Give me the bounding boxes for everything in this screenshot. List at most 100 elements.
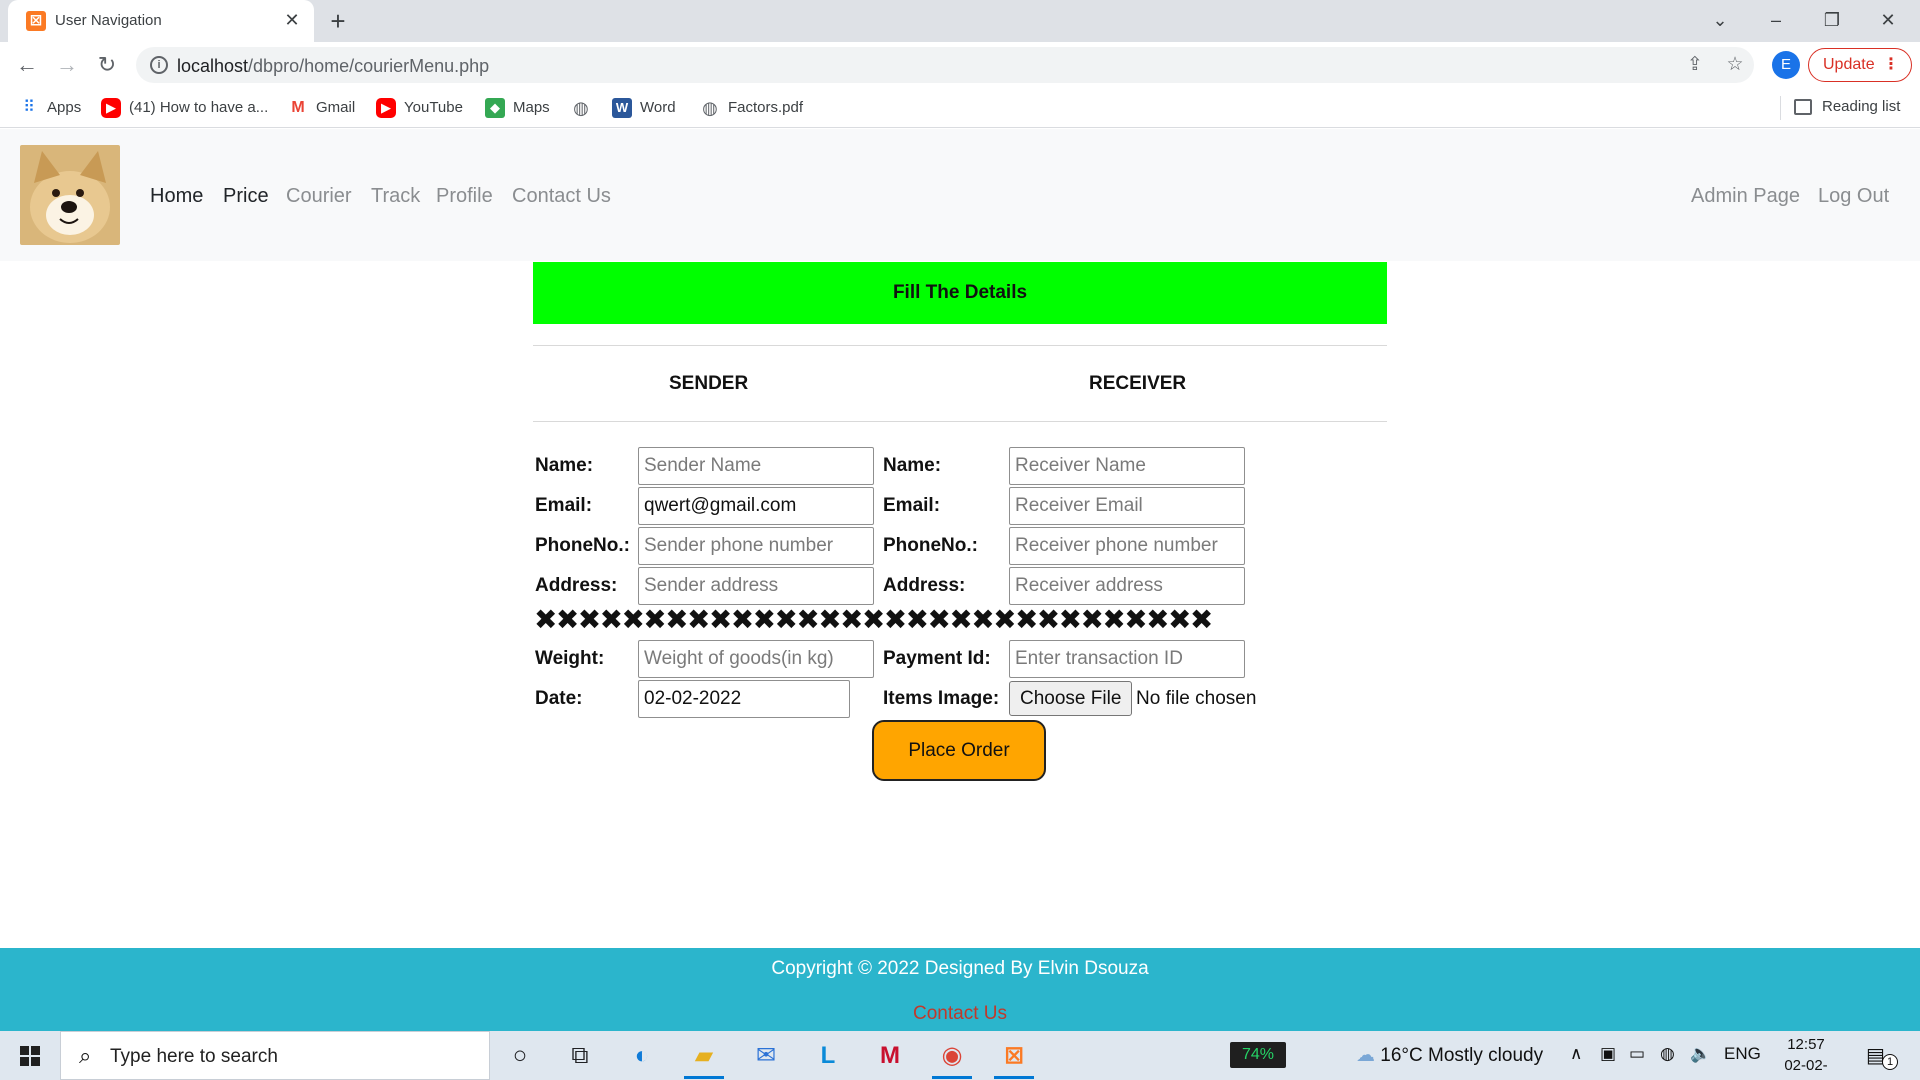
tab-title: User Navigation bbox=[55, 12, 162, 29]
back-icon[interactable]: ← bbox=[13, 51, 41, 79]
nav-track[interactable]: Track bbox=[371, 184, 420, 208]
taskbar-search-placeholder: Type here to search bbox=[110, 1046, 278, 1067]
nav-contact-us[interactable]: Contact Us bbox=[512, 184, 611, 208]
address-bar[interactable]: i localhost/dbpro/home/courierMenu.php ⇪… bbox=[136, 47, 1754, 83]
language-indicator[interactable]: ENG bbox=[1724, 1044, 1761, 1064]
nav-profile[interactable]: Profile bbox=[436, 184, 493, 208]
profile-avatar[interactable]: E bbox=[1772, 51, 1800, 79]
close-window-icon[interactable]: ✕ bbox=[1868, 4, 1908, 36]
clock-time: 12:57 bbox=[1787, 1036, 1825, 1053]
payment-id-input[interactable] bbox=[1009, 640, 1245, 678]
page-content: Home Price Courier Track Profile Contact… bbox=[0, 129, 1920, 1031]
cortana-icon[interactable]: ○ bbox=[492, 1033, 548, 1079]
sender-address-input[interactable] bbox=[638, 567, 874, 605]
menu-dots-icon: ⋮ bbox=[1883, 56, 1899, 73]
browser-tab[interactable]: ⊠ User Navigation ✕ bbox=[8, 0, 314, 42]
battery-badge[interactable]: 74% bbox=[1230, 1042, 1286, 1068]
file-explorer-icon[interactable]: ▰ bbox=[676, 1033, 732, 1079]
restore-icon[interactable]: ❐ bbox=[1812, 4, 1852, 36]
file-status-text: No file chosen bbox=[1136, 688, 1257, 709]
reading-list-label: Reading list bbox=[1822, 98, 1901, 115]
nav-price[interactable]: Price bbox=[223, 184, 269, 208]
meet-now-icon[interactable]: ▣ bbox=[1600, 1044, 1616, 1064]
bookmark-apps[interactable]: ⠿ Apps bbox=[19, 98, 81, 118]
nav-home[interactable]: Home bbox=[150, 184, 203, 208]
xampp-icon[interactable]: ⊠ bbox=[986, 1033, 1042, 1079]
task-view-icon[interactable]: ⧉ bbox=[552, 1033, 608, 1079]
divider bbox=[533, 421, 1387, 422]
update-button[interactable]: Update ⋮ bbox=[1808, 48, 1912, 82]
bookmark-label: Factors.pdf bbox=[728, 99, 804, 116]
weight-input[interactable] bbox=[638, 640, 874, 678]
notification-center-icon[interactable]: ▤ 1 bbox=[1866, 1043, 1898, 1070]
reading-list-button[interactable]: Reading list bbox=[1794, 98, 1901, 116]
nav-courier[interactable]: Courier bbox=[286, 184, 352, 208]
gmail-icon: M bbox=[291, 99, 305, 116]
bookmark-word[interactable]: W Word bbox=[612, 98, 676, 118]
edge-icon[interactable]: ◐ bbox=[614, 1033, 670, 1079]
bookmark-factors[interactable]: ◍ Factors.pdf bbox=[700, 98, 803, 118]
battery-icon[interactable]: ▭ bbox=[1629, 1044, 1645, 1064]
forward-icon[interactable]: → bbox=[53, 51, 81, 79]
receiver-address-input[interactable] bbox=[1009, 567, 1245, 605]
l-app-icon[interactable]: L bbox=[800, 1033, 856, 1079]
bookmark-label: Gmail bbox=[316, 99, 356, 116]
bookmark-star-icon[interactable]: ☆ bbox=[1723, 53, 1747, 77]
windows-taskbar: ⌕ Type here to search ○ ⧉ ◐ ▰ ✉ L M ◉ ⊠ … bbox=[0, 1031, 1920, 1080]
sender-email-input[interactable] bbox=[638, 487, 874, 525]
sender-email-label: Email: bbox=[535, 495, 593, 516]
site-info-icon[interactable]: i bbox=[150, 56, 168, 74]
apps-icon: ⠿ bbox=[23, 99, 35, 116]
bookmark-maps[interactable]: ◆ Maps bbox=[485, 98, 550, 118]
choose-file-button[interactable]: Choose File bbox=[1009, 681, 1133, 716]
site-footer: Copyright © 2022 Designed By Elvin Dsouz… bbox=[0, 948, 1920, 1031]
tab-close-icon[interactable]: ✕ bbox=[280, 8, 304, 32]
mail-icon[interactable]: ✉ bbox=[738, 1033, 794, 1079]
weather-widget[interactable]: ☁ 16°C Mostly cloudy bbox=[1356, 1044, 1543, 1067]
share-icon[interactable]: ⇪ bbox=[1683, 53, 1707, 77]
place-order-button[interactable]: Place Order bbox=[872, 720, 1046, 781]
bookmark-label: Apps bbox=[47, 99, 82, 116]
browser-toolbar: ← → ↻ i localhost/dbpro/home/courierMenu… bbox=[0, 42, 1920, 88]
url-text[interactable]: localhost/dbpro/home/courierMenu.php bbox=[177, 56, 489, 77]
sender-name-label: Name: bbox=[535, 455, 594, 476]
site-navbar: Home Price Courier Track Profile Contact… bbox=[0, 129, 1920, 261]
receiver-phone-label: PhoneNo.: bbox=[883, 535, 978, 556]
payment-id-label: Payment Id: bbox=[883, 648, 991, 669]
receiver-email-input[interactable] bbox=[1009, 487, 1245, 525]
nav-log-out[interactable]: Log Out bbox=[1818, 184, 1889, 208]
tab-search-icon[interactable]: ⌄ bbox=[1700, 4, 1740, 36]
tray-chevron-icon[interactable]: ∧ bbox=[1570, 1044, 1582, 1064]
bookmark-gmail[interactable]: M Gmail bbox=[288, 98, 355, 118]
taskbar-clock[interactable]: 12:57 02-02-2022 bbox=[1768, 1034, 1844, 1080]
sender-name-input[interactable] bbox=[638, 447, 874, 485]
youtube-icon: ▶ bbox=[101, 98, 121, 118]
form-banner: Fill The Details bbox=[533, 262, 1387, 324]
network-icon[interactable]: ◍ bbox=[1660, 1044, 1675, 1064]
new-tab-button[interactable]: + bbox=[324, 7, 352, 35]
cross-separator: ✖✖✖✖✖✖✖✖✖✖✖✖✖✖✖✖✖✖✖✖✖✖✖✖✖✖✖✖✖✖✖ bbox=[534, 604, 1213, 635]
receiver-name-input[interactable] bbox=[1009, 447, 1245, 485]
volume-icon[interactable]: 🔈 bbox=[1690, 1044, 1711, 1064]
bookmark-youtube[interactable]: ▶ YouTube bbox=[376, 98, 463, 118]
nav-admin-page[interactable]: Admin Page bbox=[1691, 184, 1800, 208]
minimize-icon[interactable]: – bbox=[1756, 4, 1796, 36]
reload-icon[interactable]: ↻ bbox=[93, 51, 121, 79]
url-path: /dbpro/home/courierMenu.php bbox=[248, 56, 490, 76]
chrome-icon[interactable]: ◉ bbox=[924, 1033, 980, 1079]
site-logo[interactable] bbox=[20, 145, 120, 245]
sender-heading: SENDER bbox=[669, 373, 749, 394]
maps-icon: ◆ bbox=[485, 98, 505, 118]
receiver-phone-input[interactable] bbox=[1009, 527, 1245, 565]
globe-icon: ◍ bbox=[702, 98, 718, 118]
sender-phone-input[interactable] bbox=[638, 527, 874, 565]
search-icon: ⌕ bbox=[79, 1043, 92, 1068]
footer-contact-link[interactable]: Contact Us bbox=[0, 1002, 1920, 1026]
sender-address-label: Address: bbox=[535, 575, 618, 596]
start-button[interactable] bbox=[0, 1031, 60, 1080]
bookmark-globe[interactable]: ◍ bbox=[571, 98, 599, 118]
date-input[interactable] bbox=[638, 680, 850, 718]
bookmark-youtube-video[interactable]: ▶ (41) How to have a... bbox=[101, 98, 268, 118]
taskbar-search-box[interactable]: ⌕ Type here to search bbox=[60, 1031, 490, 1080]
mcafee-icon[interactable]: M bbox=[862, 1033, 918, 1079]
